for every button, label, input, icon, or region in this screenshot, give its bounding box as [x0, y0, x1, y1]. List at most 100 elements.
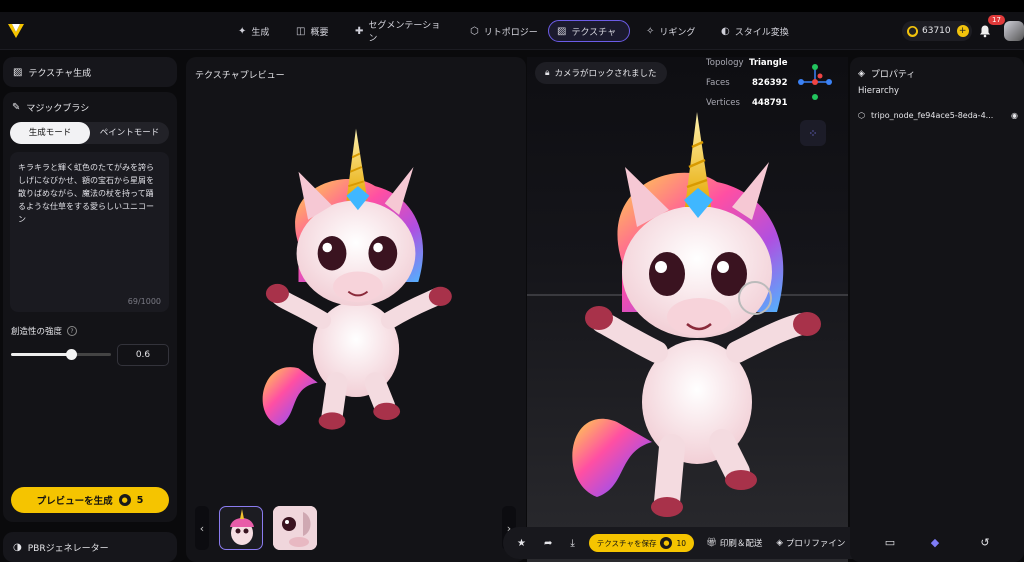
help-icon[interactable]: ?	[67, 326, 78, 336]
camera-locked-pill[interactable]: 🔒︎ カメラがロックされました	[535, 62, 667, 84]
download-icon[interactable]: ⤓	[570, 538, 574, 549]
add-credits-icon[interactable]: +	[956, 25, 969, 37]
faces-stat: Faces	[706, 78, 730, 88]
strength-label: 創造性の強度	[11, 327, 63, 337]
strength-label-row: 創造性の強度 ?	[11, 325, 78, 337]
history-button[interactable]: ↺	[972, 529, 998, 555]
nav-tab-1[interactable]: ◫ 概要	[288, 20, 338, 42]
texture-icon: ▨	[557, 25, 567, 37]
lock-icon: 🔒︎	[545, 68, 550, 78]
save-texture-cost: 10	[676, 538, 687, 548]
coin-icon: ●	[118, 494, 131, 506]
prompt-textarea[interactable]: キラキラと輝く虹色のたてがみを誇らしげになびかせ、額の宝石から星屑を散りばめなが…	[10, 152, 169, 312]
nav-tab-label: 生成	[251, 27, 270, 38]
faces-label: Faces	[706, 78, 730, 88]
app-logo-icon[interactable]	[6, 21, 26, 41]
topology-stat: Topology Triangle	[706, 58, 787, 68]
pbr-icon: ◑	[13, 542, 22, 553]
save-texture-button[interactable]: テクスチャを保存 ● 10	[588, 534, 695, 552]
nav-tab-0[interactable]: ✦ 生成	[230, 20, 278, 42]
nav-tab-label: スタイル変換	[734, 27, 789, 38]
credits-value: 63710	[922, 26, 951, 36]
pro-refine-button[interactable]: ◈ プロリファイン	[776, 537, 845, 549]
texture-preview-title: テクスチャプレビュー	[195, 71, 285, 81]
paint-mode-tab[interactable]: ペイントモード	[90, 122, 169, 144]
nav-tab-2[interactable]: ✚ セグメンテーション	[347, 20, 455, 44]
print-shipping-button[interactable]: 🎁︎ 印刷＆配送	[706, 537, 762, 549]
hierarchy-label: Hierarchy	[858, 86, 900, 96]
nav-tab-3[interactable]: ⬡ リトポロジー	[462, 20, 546, 42]
axis-gizmo-icon[interactable]	[795, 62, 835, 102]
prompt-text: キラキラと輝く虹色のたてがみを誇らしげになびかせ、額の宝石から星屑を散りばめなが…	[18, 163, 154, 224]
layers-icon: ◈	[858, 68, 865, 79]
texture-generation-header[interactable]: ▨ テクスチャ生成	[3, 57, 177, 87]
properties-panel: ◈ プロパティ Hierarchy ⬡ tripo_node_fe94ace5-…	[850, 57, 1024, 562]
unicorn-preview-image	[262, 128, 452, 430]
topology-label: Topology	[706, 58, 744, 68]
gift-icon: 🎁︎	[706, 538, 717, 548]
nav-tab-label: リトポロジー	[483, 27, 538, 38]
vertices-stat: Vertices	[706, 98, 740, 108]
coin-icon: ●	[660, 537, 673, 549]
top-nav: ✦ 生成 ◫ 概要 ✚ セグメンテーション ⬡ リトポロジー ▨ テクスチャ ✧ リギング ◐ スタイル変…	[0, 12, 1024, 50]
archive-button[interactable]: ▭	[877, 529, 903, 555]
notification-count-badge: 17	[988, 15, 1005, 25]
window-top-strip	[0, 0, 1024, 12]
node-name: tripo_node_fe94ace5-8eda-4...	[870, 111, 994, 120]
texture-icon: ▨	[13, 67, 23, 78]
node-cube-icon: ⬡	[858, 111, 865, 120]
nav-tab-6[interactable]: ◐ スタイル変換	[713, 20, 797, 42]
slider-fill	[11, 353, 71, 356]
nav-tab-label: リギング	[659, 27, 696, 38]
strength-slider[interactable]	[11, 349, 111, 360]
nav-tab-4[interactable]: ▨ テクスチャ	[548, 20, 630, 42]
visibility-eye-icon[interactable]: ◉	[1011, 111, 1018, 120]
texture-thumbnail-1[interactable]	[219, 506, 263, 550]
generate-cost: 5	[136, 494, 144, 506]
layers-stack-button[interactable]: ◆	[922, 529, 948, 555]
sparkle-icon: ✦	[238, 25, 247, 37]
texture-preview-panel: テクスチャプレビュー ‹ ›	[186, 57, 526, 562]
nav-tab-5[interactable]: ✧ リギング	[638, 20, 704, 42]
pbr-generator-label: PBRジェネレーター	[27, 544, 109, 554]
generate-preview-label: プレビューを生成	[36, 496, 113, 507]
thumb-prev-arrow[interactable]: ‹	[195, 506, 209, 550]
nav-tab-label: 概要	[310, 27, 329, 38]
credits-pill[interactable]: ⬤ 63710 +	[902, 21, 972, 41]
nav-tab-label: テクスチャ	[571, 27, 617, 38]
generate-mode-tab[interactable]: 生成モード	[10, 122, 90, 144]
slider-handle[interactable]	[66, 349, 77, 360]
bell-icon[interactable]	[978, 24, 992, 38]
palette-icon: ◐	[721, 25, 730, 37]
generate-preview-button[interactable]: プレビューを生成 ● 5	[11, 487, 169, 513]
topology-value: Triangle	[748, 58, 788, 68]
frame-icon: ◫	[296, 25, 306, 37]
texture-generation-title: テクスチャ生成	[28, 69, 92, 79]
mode-toggle: 生成モード ペイントモード	[10, 122, 169, 144]
coin-icon: ⬤	[907, 25, 918, 37]
vertices-label: Vertices	[706, 98, 740, 108]
share-icon[interactable]: ➦	[544, 538, 552, 549]
save-texture-label: テクスチャを保存	[596, 538, 657, 548]
user-avatar[interactable]	[1004, 21, 1024, 41]
bottom-toolbar: ★ ➦ ⤓ テクスチャを保存 ● 10 🎁︎ 印刷＆配送 ◈ プロリファイン	[503, 527, 871, 559]
refine-icon: ◈	[776, 538, 783, 548]
cube-icon: ⬡	[470, 25, 479, 37]
print-shipping-label: 印刷＆配送	[719, 539, 763, 549]
texture-thumbnail-2[interactable]	[273, 506, 317, 550]
vertices-value: 448791	[752, 98, 788, 108]
properties-title: プロパティ	[870, 70, 916, 80]
pbr-generator-panel[interactable]: ◑ PBRジェネレーター	[3, 532, 177, 562]
char-counter: 69/1000	[127, 297, 161, 306]
unicorn-3d-model	[572, 112, 821, 517]
puzzle-icon: ✚	[355, 25, 364, 37]
3d-viewport[interactable]: ⁘	[527, 57, 848, 562]
pro-refine-label: プロリファイン	[785, 539, 846, 549]
hierarchy-node-row[interactable]: ⬡ tripo_node_fe94ace5-8eda-4... ◉	[858, 111, 1018, 120]
faces-value: 826392	[752, 78, 788, 88]
brush-icon: ✎	[12, 102, 21, 113]
star-icon[interactable]: ★	[517, 538, 526, 549]
camera-locked-text: カメラがロックされました	[554, 69, 657, 79]
strength-value-input[interactable]: 0.6	[117, 344, 169, 366]
viewport-settings-button[interactable]: ⁘	[800, 120, 826, 146]
